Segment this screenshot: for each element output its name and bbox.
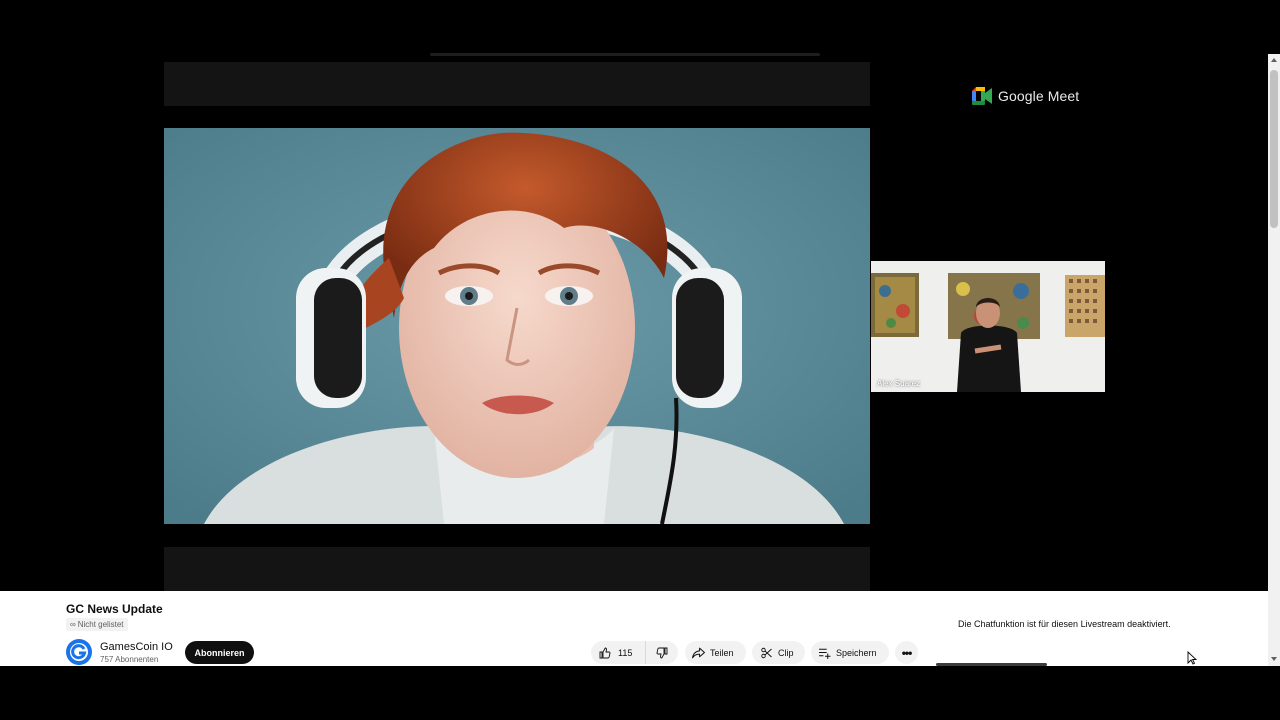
portrait-illustration (164, 128, 870, 524)
subscriber-count: 757 Abonnenten (100, 655, 159, 664)
channel-logo-icon (70, 643, 88, 661)
top-black-band (0, 0, 1280, 54)
visibility-label: Nicht gelistet (77, 620, 124, 629)
share-button[interactable]: Teilen (685, 641, 746, 664)
participant-video (871, 261, 1105, 392)
scroll-thumb[interactable] (1270, 70, 1278, 228)
mouse-pointer-icon (1187, 651, 1197, 665)
bottom-black-band (0, 666, 1280, 720)
like-dislike-group: 115 (591, 641, 678, 664)
letterbox-bottom (164, 523, 870, 547)
share-arrow-icon (692, 647, 705, 658)
visibility-badge: ∞ Nicht gelistet (66, 618, 128, 631)
scroll-up-arrow-icon[interactable] (1271, 58, 1277, 62)
more-actions-button[interactable]: ••• (895, 641, 918, 664)
video-title: GC News Update (66, 602, 163, 616)
top-progress-hint (430, 53, 820, 56)
dislike-button[interactable] (646, 641, 678, 664)
share-label: Teilen (710, 647, 734, 658)
more-dots-icon: ••• (901, 645, 913, 660)
like-button[interactable]: 115 (591, 641, 646, 664)
letterbox-top (164, 106, 870, 128)
thumb-up-icon (599, 647, 611, 658)
video-info-panel: GC News Update ∞ Nicht gelistet GamesCoi… (0, 591, 1268, 666)
playlist-add-icon (819, 648, 831, 659)
shared-video-frame[interactable] (164, 128, 870, 524)
save-button[interactable]: Speichern (811, 641, 889, 664)
meet-brand-text: Google Meet (998, 88, 1080, 104)
like-count: 115 (618, 647, 633, 658)
channel-avatar[interactable] (66, 639, 92, 665)
scroll-down-arrow-icon[interactable] (1271, 657, 1277, 661)
subscribe-button[interactable]: Abonnieren (185, 641, 254, 664)
link-icon: ∞ (70, 620, 76, 629)
clip-label: Clip (778, 647, 794, 658)
meet-camera-icon (972, 87, 992, 105)
scissors-icon (761, 647, 772, 658)
channel-name[interactable]: GamesCoin IO (100, 641, 173, 653)
save-label: Speichern (836, 647, 877, 658)
google-meet-logo: Google Meet (972, 86, 1079, 106)
thumb-down-icon (656, 647, 668, 658)
chat-disabled-message: Die Chatfunktion ist für diesen Livestre… (958, 619, 1171, 629)
clip-button[interactable]: Clip (752, 641, 805, 664)
participant-tile[interactable]: Alex Suarez (871, 261, 1105, 392)
participant-name: Alex Suarez (877, 379, 921, 388)
